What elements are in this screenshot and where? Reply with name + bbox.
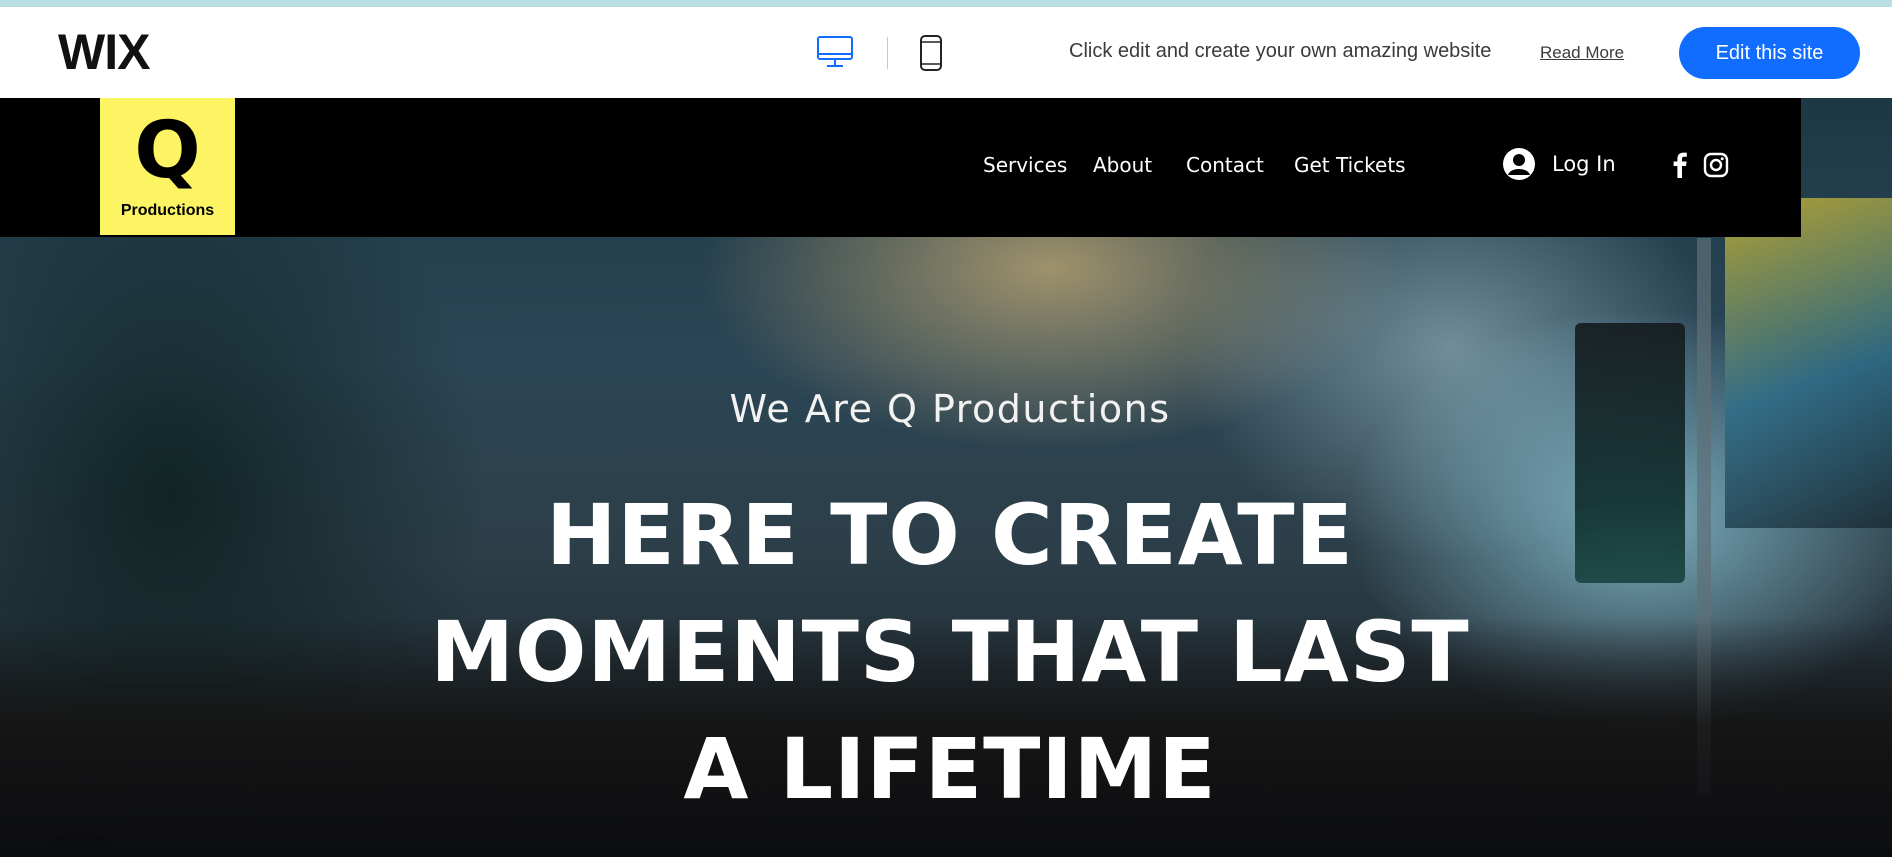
read-more-link[interactable]: Read More [1540,43,1624,63]
facebook-icon[interactable] [1668,152,1692,178]
nav-contact[interactable]: Contact [1186,153,1264,177]
mobile-icon[interactable] [919,34,943,72]
nav-services[interactable]: Services [983,153,1067,177]
site-logo-text: Productions [120,202,215,219]
login-label: Log In [1552,152,1616,176]
top-strip [0,0,1892,7]
hero-title-line: HERE TO CREATE [546,486,1354,584]
desktop-icon[interactable] [816,34,854,70]
edit-site-button[interactable]: Edit this site [1679,27,1860,79]
login-button[interactable]: Log In [1502,146,1616,182]
wix-banner: WIX Click edit and create your own amazi… [0,7,1892,99]
wix-logo[interactable]: WIX [58,27,150,77]
hero-subtitle: We Are Q Productions [729,387,1171,431]
hero-title-line: A LIFETIME [683,720,1217,818]
instagram-icon[interactable] [1703,152,1729,178]
user-avatar-icon [1503,148,1535,180]
nav-get-tickets[interactable]: Get Tickets [1294,153,1406,177]
hero-title: HERE TO CREATE MOMENTS THAT LAST A LIFET… [0,477,1892,828]
site-logo-letter: Q [134,106,201,196]
promo-text: Click edit and create your own amazing w… [1069,40,1492,62]
hero-title-line: MOMENTS THAT LAST [430,603,1470,701]
device-divider [887,37,888,69]
site-header: Q Productions Services About Contact Get… [0,98,1801,237]
site-logo[interactable]: Q Productions [100,98,235,235]
nav-about[interactable]: About [1093,153,1152,177]
